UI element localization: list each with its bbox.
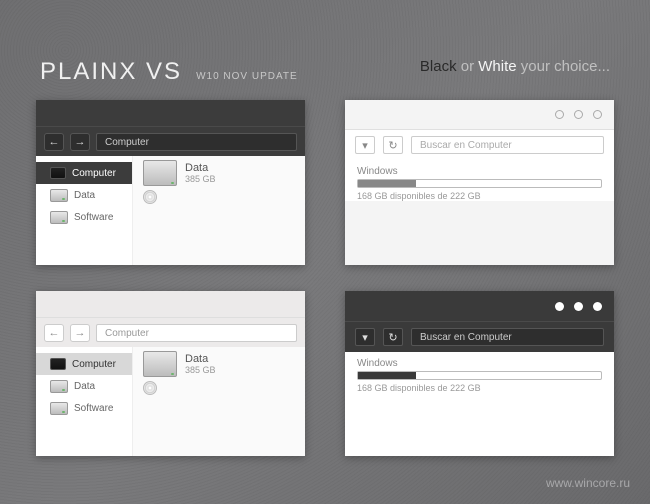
volume-label: Windows: [357, 166, 602, 177]
drive-icon: [143, 160, 177, 186]
disc-item[interactable]: [133, 186, 305, 204]
address-bar[interactable]: Computer: [96, 133, 297, 151]
window-minimize-button[interactable]: [555, 110, 564, 119]
theme-preview-white-explorer: ← → Computer Computer Data Soft: [36, 291, 305, 456]
drive-item[interactable]: Data 385 GB: [133, 156, 305, 186]
tree-item-software[interactable]: Software: [36, 397, 132, 419]
view-toggle-button[interactable]: ▾: [355, 136, 375, 154]
drive-icon: [143, 351, 177, 377]
window-maximize-button[interactable]: [574, 110, 583, 119]
drive-name: Data: [185, 162, 216, 174]
tree-label: Data: [74, 190, 95, 201]
tree-item-software[interactable]: Software: [36, 206, 132, 228]
nav-forward-button[interactable]: →: [70, 324, 90, 342]
window-close-button[interactable]: [593, 110, 602, 119]
volume-label: Windows: [357, 358, 602, 369]
theme-preview-white-detail: ▾ ↻ Buscar en Computer Windows 168 GB di…: [345, 100, 614, 265]
refresh-button[interactable]: ↻: [383, 136, 403, 154]
search-input[interactable]: Buscar en Computer: [411, 136, 604, 154]
tree-label: Computer: [72, 168, 116, 179]
drive-size: 385 GB: [185, 365, 216, 375]
tree-item-data[interactable]: Data: [36, 184, 132, 206]
nav-back-button[interactable]: ←: [44, 324, 64, 342]
drive-name: Data: [185, 353, 216, 365]
drive-icon: [50, 402, 68, 415]
promo-subtitle: W10 NOV UPDATE: [196, 71, 298, 82]
storage-bar: [357, 179, 602, 188]
disc-item[interactable]: [133, 377, 305, 395]
window-minimize-button[interactable]: [555, 302, 564, 311]
window-maximize-button[interactable]: [574, 302, 583, 311]
tree-label: Software: [74, 403, 113, 414]
watermark-url: www.wincore.ru: [546, 476, 630, 490]
drive-icon: [50, 380, 68, 393]
disc-icon: [143, 381, 157, 395]
storage-subtext: 168 GB disponibles de 222 GB: [357, 191, 602, 201]
window-close-button[interactable]: [593, 302, 602, 311]
drive-icon: [50, 211, 68, 224]
address-bar[interactable]: Computer: [96, 324, 297, 342]
folder-tree: Computer Data Software: [36, 156, 132, 265]
search-input[interactable]: Buscar en Computer: [411, 328, 604, 346]
drive-icon: [50, 189, 68, 202]
view-toggle-button[interactable]: ▾: [355, 328, 375, 346]
nav-back-button[interactable]: ←: [44, 133, 64, 151]
theme-preview-dark-explorer: ← → Computer Computer Data Soft: [36, 100, 305, 265]
nav-forward-button[interactable]: →: [70, 133, 90, 151]
tree-item-computer[interactable]: Computer: [36, 162, 132, 184]
drive-size: 385 GB: [185, 174, 216, 184]
computer-icon: [50, 358, 66, 370]
tree-item-data[interactable]: Data: [36, 375, 132, 397]
promo-tagline: Black or White your choice...: [420, 58, 610, 75]
tree-label: Computer: [72, 359, 116, 370]
promo-title: PLAINX VS: [40, 58, 182, 86]
storage-bar: [357, 371, 602, 380]
promo-header: PLAINX VS W10 NOV UPDATE Black or White …: [40, 58, 610, 86]
disc-icon: [143, 190, 157, 204]
folder-tree: Computer Data Software: [36, 347, 132, 456]
theme-preview-dark-detail: ▾ ↻ Buscar en Computer Windows 168 GB di…: [345, 291, 614, 456]
storage-subtext: 168 GB disponibles de 222 GB: [357, 383, 602, 393]
tree-item-computer[interactable]: Computer: [36, 353, 132, 375]
tree-label: Software: [74, 212, 113, 223]
tree-label: Data: [74, 381, 95, 392]
drive-item[interactable]: Data 385 GB: [133, 347, 305, 377]
refresh-button[interactable]: ↻: [383, 328, 403, 346]
computer-icon: [50, 167, 66, 179]
